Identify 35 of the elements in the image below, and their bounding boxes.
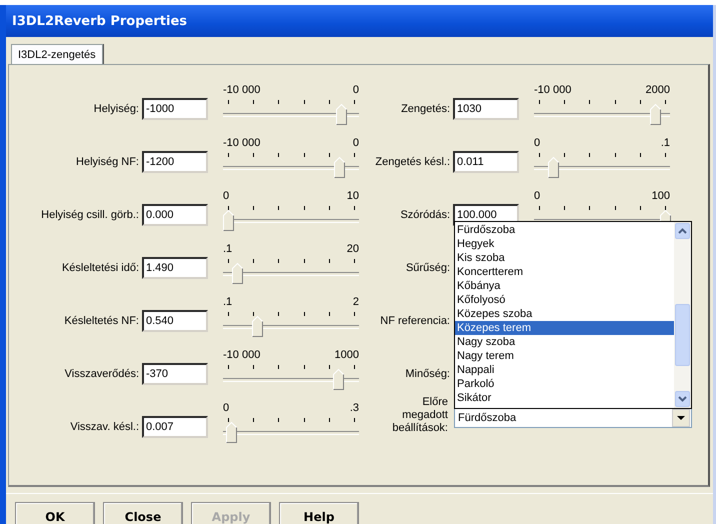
- field-label: Helyiség:: [94, 103, 140, 115]
- scale-max-label: 10: [346, 190, 359, 204]
- scale-max-label: 1000: [334, 349, 359, 363]
- field-label: Sűrűség:: [406, 262, 451, 274]
- scale-min-label: 0: [534, 190, 540, 204]
- scale-min-label: .1: [223, 243, 232, 257]
- scale-max-label: 2000: [646, 84, 670, 98]
- field-label: Zengetés:: [401, 103, 451, 115]
- field-label: Visszav. késl.:: [70, 421, 140, 433]
- scale-max-label: 2: [352, 296, 359, 310]
- field-label: Szóródás:: [400, 209, 451, 221]
- scale-min-label: 0: [223, 190, 230, 204]
- field-label: Késleltetési idő:: [62, 262, 140, 274]
- field-label: Helyiség NF:: [76, 156, 140, 168]
- scale-min-label: -10 000: [223, 84, 260, 98]
- field-label: Visszaverődés:: [64, 368, 140, 380]
- scale-min-label: 0: [534, 137, 540, 151]
- field-label: Zengetés késl.:: [375, 156, 451, 168]
- scale-min-label: -10 000: [223, 349, 260, 363]
- scale-max-label: .1: [660, 137, 670, 151]
- window-title: I3DL2Reverb Properties: [12, 14, 187, 28]
- scale-min-label: -10 000: [534, 84, 572, 98]
- scale-max-label: 0: [352, 137, 359, 151]
- field-label: Késleltetés NF:: [64, 315, 140, 327]
- preset-label: Előre megadott beállítások:: [391, 396, 449, 435]
- scale-max-label: 0: [352, 84, 359, 98]
- field-label: Helyiség csill. görb.:: [41, 209, 140, 221]
- scale-min-label: 0: [223, 402, 230, 416]
- scale-min-label: -10 000: [223, 137, 260, 151]
- scale-max-label: 100: [652, 190, 670, 204]
- scale-max-label: .3: [350, 402, 359, 416]
- field-label: Minőség:: [405, 368, 451, 380]
- scale-max-label: 20: [346, 243, 359, 257]
- scale-min-label: .1: [223, 296, 232, 310]
- field-label: NF referencia:: [380, 315, 451, 327]
